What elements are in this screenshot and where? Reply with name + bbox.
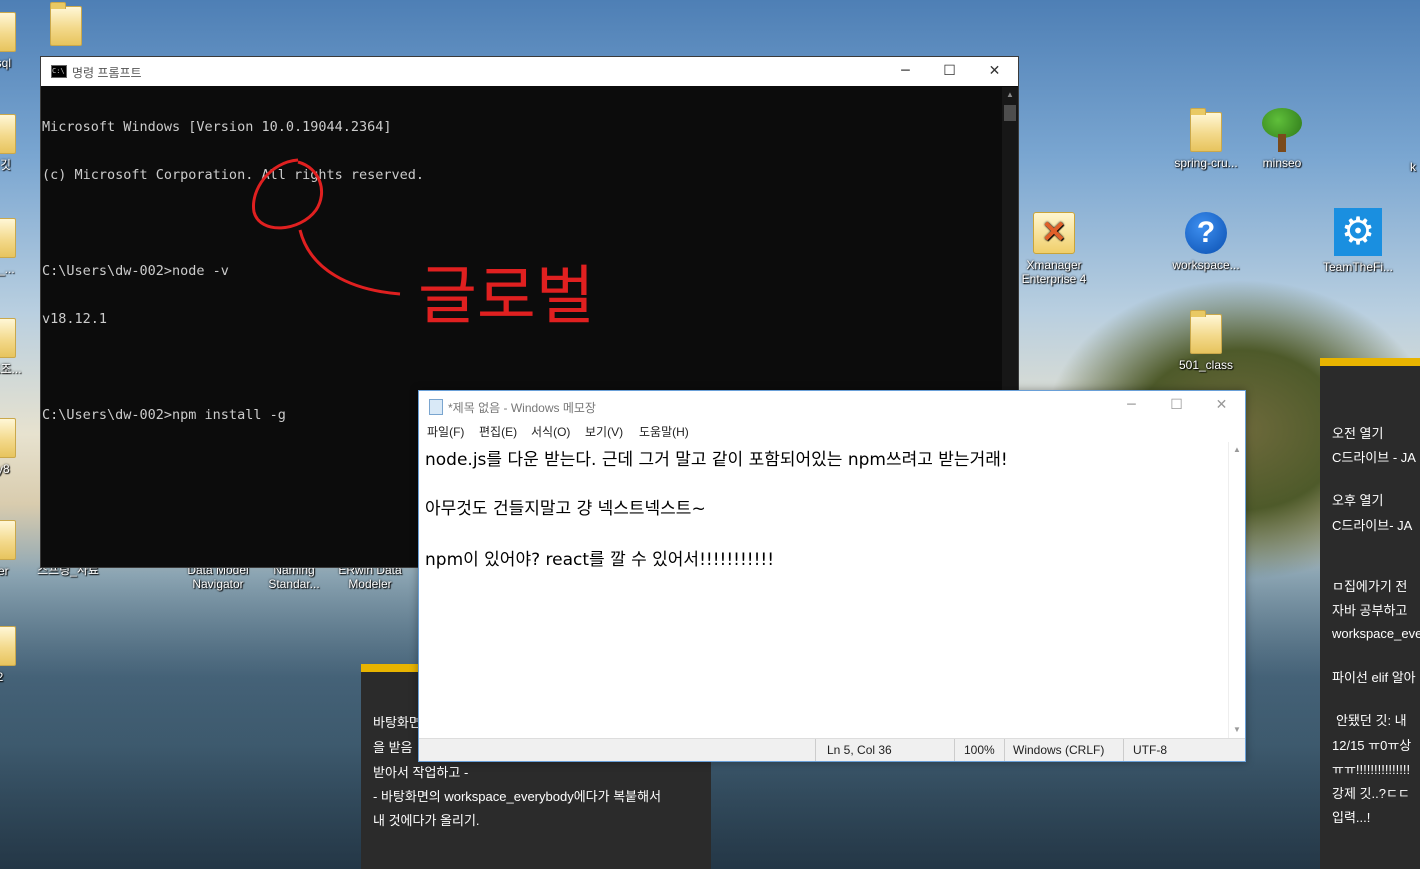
minimize-button[interactable]: ─ — [883, 57, 928, 86]
sticky-bar — [1320, 358, 1420, 366]
scroll-up-icon[interactable]: ▲ — [1002, 87, 1018, 103]
sticky-line: 내 것에다가 올리기. — [373, 813, 480, 828]
sticky-line: C드라이브- JA — [1332, 518, 1413, 533]
minimize-button[interactable]: ─ — [1109, 391, 1154, 420]
folder-icon — [0, 114, 16, 154]
desktop-icon-data[interactable]: 자료조... — [0, 318, 40, 376]
scroll-down-icon[interactable]: ▼ — [1229, 722, 1245, 738]
menu-view[interactable]: 보기(V) — [585, 423, 623, 440]
sticky-line: - 바탕화면의 workspace_everybody에다가 복붙해서 — [373, 789, 662, 804]
sticky-line: 오후 열기 — [1332, 493, 1384, 508]
folder-icon — [0, 418, 16, 458]
sticky-line: 자바 공부하고 — [1332, 603, 1408, 618]
help-icon: ? — [1185, 212, 1227, 254]
notepad-text-area[interactable]: node.js를 다운 받는다. 근데 그거 말고 같이 포함되어있는 npm쓰… — [420, 442, 1228, 738]
maximize-button[interactable]: ☐ — [1154, 391, 1199, 420]
sticky-line: 12/15 ㅠ0ㅠ상 — [1332, 738, 1412, 753]
desktop-icon-edge-k[interactable]: k — [1410, 160, 1416, 174]
desktop-icon-minseo[interactable]: minseo — [1242, 108, 1322, 170]
scroll-up-icon[interactable]: ▲ — [1229, 442, 1245, 458]
status-line-ending: Windows (CRLF) — [1013, 743, 1105, 757]
tree-icon — [1262, 108, 1302, 152]
gear-icon: ⚙ — [1334, 208, 1382, 256]
sticky-line: 파이선 elif 알아 — [1332, 670, 1416, 685]
sticky-line: 오전 열기 — [1332, 426, 1384, 441]
sticky-line: 을 받음 — [373, 740, 413, 755]
sticky-line: 강제 깃..?ㄷㄷ — [1332, 786, 1410, 801]
folder-icon — [1190, 108, 1222, 152]
sticky-line: 입력...! — [1332, 810, 1371, 825]
notepad-title-bar[interactable]: *제목 없음 - Windows 메모장 ─ ☐ ✕ — [419, 391, 1245, 421]
desktop-icon-spring-crud[interactable]: spring-cru... — [1166, 108, 1246, 170]
close-button[interactable]: ✕ — [1199, 391, 1244, 420]
sticky-line: C드라이브 - JA — [1332, 450, 1416, 465]
menu-file[interactable]: 파일(F) — [427, 423, 464, 440]
folder-icon — [0, 318, 16, 358]
folder-icon — [0, 626, 16, 666]
notepad-status-bar: Ln 5, Col 36 100% Windows (CRLF) UTF-8 — [419, 738, 1245, 761]
folder-icon — [0, 520, 16, 560]
handwritten-annotation: 글로벌 — [252, 158, 595, 334]
desktop-icon-2[interactable]: 2 — [0, 626, 40, 684]
menu-help[interactable]: 도움말(H) — [639, 423, 689, 440]
sticky-line: 받아서 작업하고 - — [373, 765, 469, 780]
menu-format[interactable]: 서식(O) — [531, 423, 570, 440]
sticky-line: 바탕화면 — [373, 715, 421, 730]
text-line: 아무것도 건들지말고 걍 넥스트넥스트~ — [425, 499, 706, 519]
notepad-scrollbar[interactable]: ▲ ▼ — [1228, 442, 1245, 738]
status-encoding: UTF-8 — [1133, 743, 1167, 757]
notepad-window[interactable]: *제목 없음 - Windows 메모장 ─ ☐ ✕ 파일(F) 편집(E) 서… — [418, 390, 1246, 762]
status-position: Ln 5, Col 36 — [827, 743, 892, 757]
sticky-line: 안됐던 깃: 내 — [1336, 713, 1407, 728]
folder-icon — [50, 2, 82, 46]
sticky-note-right[interactable]: 오전 열기 C드라이브 - JA 오후 열기 C드라이브- JA ㅁ집에가기 전… — [1320, 358, 1420, 869]
status-zoom: 100% — [964, 743, 995, 757]
desktop-icon-dy[interactable]: dy_... — [0, 218, 40, 276]
sticky-line: ㅠㅠ!!!!!!!!!!!!!!! — [1332, 762, 1411, 777]
desktop-icon-top-folder[interactable] — [26, 2, 106, 50]
menu-edit[interactable]: 편집(E) — [479, 423, 517, 440]
folder-icon — [1190, 310, 1222, 354]
desktop-icon-workspace[interactable]: ? workspace... — [1166, 212, 1246, 272]
folder-icon — [0, 12, 16, 52]
notepad-icon — [429, 399, 443, 415]
notepad-title: *제목 없음 - Windows 메모장 — [448, 401, 596, 415]
close-button[interactable]: ✕ — [972, 57, 1017, 86]
xmanager-icon: ✕ — [1033, 212, 1075, 254]
cmd-title-bar[interactable]: C:\ 명령 프롬프트 ─ ☐ ✕ — [41, 57, 1018, 86]
text-line: node.js를 다운 받는다. 근데 그거 말고 같이 포함되어있는 npm쓰… — [425, 450, 1008, 470]
desktop-icon-xmanager[interactable]: ✕ Xmanager Enterprise 4 — [1014, 212, 1094, 286]
console-line: Microsoft Windows [Version 10.0.19044.23… — [42, 119, 392, 135]
desktop-icon-dy8[interactable]: dy8 — [0, 418, 40, 476]
desktop-icon-teamthefi[interactable]: ⚙ TeamTheFi... — [1318, 208, 1398, 274]
sticky-line: workspace_eve — [1332, 626, 1420, 641]
desktop-icon-git[interactable]: 리깃 — [0, 114, 40, 172]
maximize-button[interactable]: ☐ — [927, 57, 972, 86]
desktop-icon-501-class[interactable]: 501_class — [1166, 310, 1246, 372]
folder-icon — [0, 218, 16, 258]
scroll-thumb[interactable] — [1004, 105, 1016, 121]
annotation-text: 글로벌 — [418, 260, 595, 334]
cmd-icon: C:\ — [51, 65, 67, 78]
text-line: npm이 있어야? react를 깔 수 있어서!!!!!!!!!!! — [425, 550, 775, 570]
sticky-line: ㅁ집에가기 전 — [1332, 579, 1408, 594]
cmd-title: 명령 프롬프트 — [72, 66, 142, 80]
